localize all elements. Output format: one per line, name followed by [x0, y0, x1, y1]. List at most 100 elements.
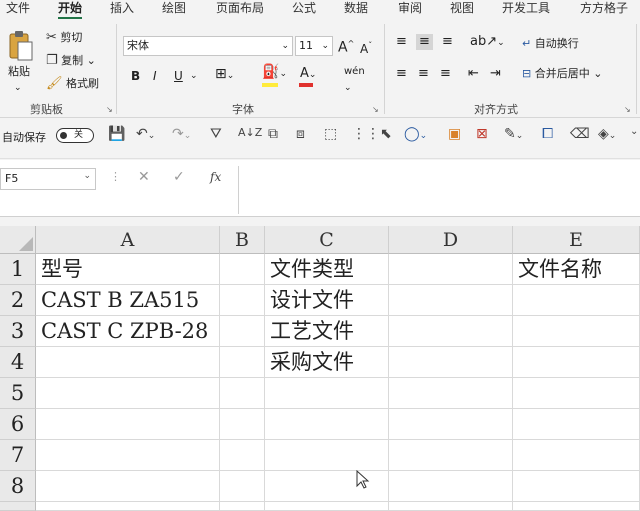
select-objects-icon[interactable]: ⬚ — [324, 126, 337, 142]
enter-icon[interactable]: ✓ — [173, 169, 185, 185]
cell-a6[interactable] — [36, 409, 220, 440]
row-header-3[interactable]: 3 — [0, 316, 36, 347]
cell-b7[interactable] — [220, 440, 265, 471]
tab-formulas[interactable]: 公式 — [292, 0, 316, 16]
row-header-5[interactable]: 5 — [0, 378, 36, 409]
tab-file[interactable]: 文件 — [6, 0, 30, 16]
cell-b8[interactable] — [220, 471, 265, 502]
tab-review[interactable]: 审阅 — [398, 0, 422, 16]
clear-format-icon[interactable]: ⌫ — [570, 126, 590, 142]
cell-b3[interactable] — [220, 316, 265, 347]
clipboard-launcher-icon[interactable]: ↘ — [106, 105, 113, 114]
cell-e8[interactable] — [513, 471, 640, 502]
paste-icon[interactable] — [6, 30, 36, 64]
row-header-4[interactable]: 4 — [0, 347, 36, 378]
underline-dropdown-icon[interactable]: ⌄ — [190, 68, 198, 84]
cell-e2[interactable] — [513, 285, 640, 316]
cell-a9[interactable] — [36, 502, 220, 511]
cell-e3[interactable] — [513, 316, 640, 347]
align-middle-icon[interactable]: ≡ — [416, 34, 433, 50]
cell-a7[interactable] — [36, 440, 220, 471]
align-bottom-icon[interactable]: ≡ — [442, 34, 453, 50]
increase-font-size-icon[interactable]: A^ — [338, 36, 354, 56]
font-launcher-icon[interactable]: ↘ — [372, 105, 379, 114]
column-header-c[interactable]: C — [265, 226, 389, 254]
cut-button[interactable]: ✂ 剪切 — [46, 30, 82, 46]
wrap-text-button[interactable]: ↵ 自动换行 — [522, 36, 579, 52]
tab-insert[interactable]: 插入 — [110, 0, 134, 16]
cell-a1[interactable]: 型号 — [36, 254, 220, 285]
underline-button[interactable]: U — [174, 68, 183, 84]
cell-e9[interactable] — [513, 502, 640, 511]
shapes-icon[interactable]: ◯⌄ — [404, 126, 427, 142]
cell-e6[interactable] — [513, 409, 640, 440]
cell-e1[interactable]: 文件名称 — [513, 254, 640, 285]
autosave-toggle[interactable]: 关 — [56, 128, 94, 143]
font-name-select[interactable]: 宋体 ⌄ — [123, 36, 293, 56]
format-painter-button[interactable]: 🖌 格式刷 — [46, 76, 99, 92]
cell-e5[interactable] — [513, 378, 640, 409]
cell-b4[interactable] — [220, 347, 265, 378]
row-header-7[interactable]: 7 — [0, 440, 36, 471]
cell-c3[interactable]: 工艺文件 — [265, 316, 389, 347]
tab-home[interactable]: 开始 — [58, 0, 83, 19]
borders-icon[interactable]: ⊞⌄ — [215, 66, 234, 84]
cell-d9[interactable] — [389, 502, 513, 511]
row-header-9[interactable] — [0, 502, 36, 511]
tab-draw[interactable]: 绘图 — [162, 0, 186, 16]
sort-icon[interactable]: A↓Z — [238, 126, 262, 139]
align-top-icon[interactable]: ≡ — [396, 34, 407, 50]
row-header-6[interactable]: 6 — [0, 409, 36, 440]
cell-d7[interactable] — [389, 440, 513, 471]
tab-developer[interactable]: 开发工具 — [502, 0, 550, 16]
column-header-e[interactable]: E — [513, 226, 640, 254]
cell-b2[interactable] — [220, 285, 265, 316]
cancel-icon[interactable]: ✕ — [138, 169, 150, 185]
row-header-2[interactable]: 2 — [0, 285, 36, 316]
cell-b5[interactable] — [220, 378, 265, 409]
cell-d4[interactable] — [389, 347, 513, 378]
cell-a2[interactable]: CAST B ZA515 — [36, 285, 220, 316]
pointer-icon[interactable]: ⬉ — [380, 126, 392, 142]
cell-d5[interactable] — [389, 378, 513, 409]
italic-button[interactable]: I — [153, 68, 157, 84]
cell-d8[interactable] — [389, 471, 513, 502]
fill-color-icon[interactable]: ⛽⌄ — [262, 64, 287, 82]
cell-e7[interactable] — [513, 440, 640, 471]
cell-c5[interactable] — [265, 378, 389, 409]
cell-c4[interactable]: 采购文件 — [265, 347, 389, 378]
orientation-icon[interactable]: ab↗⌄ — [470, 34, 505, 51]
cell-a3[interactable]: CAST C ZPB-28 — [36, 316, 220, 347]
save-icon[interactable]: 💾 — [108, 126, 125, 142]
tab-data[interactable]: 数据 — [344, 0, 368, 16]
cell-e4[interactable] — [513, 347, 640, 378]
redo-icon[interactable]: ↷⌄ — [172, 126, 191, 142]
decrease-font-size-icon[interactable]: Aˇ — [360, 38, 372, 57]
cell-d3[interactable] — [389, 316, 513, 347]
cell-c1[interactable]: 文件类型 — [265, 254, 389, 285]
paste-dropdown-icon[interactable]: ⌄ — [14, 80, 22, 96]
insert-function-button[interactable]: fx — [210, 170, 221, 184]
select-all-button[interactable] — [0, 226, 36, 254]
cell-a4[interactable] — [36, 347, 220, 378]
copy-button[interactable]: ❐ 复制 ⌄ — [46, 53, 96, 69]
fill-icon[interactable]: ◈⌄ — [598, 126, 616, 142]
merge-center-button[interactable]: ⊟ 合并后居中 ⌄ — [522, 66, 602, 82]
cell-c2[interactable]: 设计文件 — [265, 285, 389, 316]
cell-a8[interactable] — [36, 471, 220, 502]
bold-button[interactable]: B — [131, 68, 140, 84]
undo-icon[interactable]: ↶⌄ — [136, 126, 155, 142]
cell-c8[interactable] — [265, 471, 389, 502]
column-header-d[interactable]: D — [389, 226, 513, 254]
distribute-icon[interactable]: ⋮⋮ — [352, 126, 380, 142]
cell-b9[interactable] — [220, 502, 265, 511]
cell-c9[interactable] — [265, 502, 389, 511]
textbox-icon[interactable]: ⧠ — [542, 126, 553, 142]
alignment-launcher-icon[interactable]: ↘ — [624, 105, 631, 114]
row-header-8[interactable]: 8 — [0, 471, 36, 502]
ungroup-icon[interactable]: ⧈ — [296, 126, 305, 142]
tab-fangfang[interactable]: 方方格子 — [580, 0, 628, 16]
formula-input[interactable] — [238, 166, 640, 214]
delete-sheet-icon[interactable]: ⊠ — [476, 126, 488, 142]
cell-c6[interactable] — [265, 409, 389, 440]
